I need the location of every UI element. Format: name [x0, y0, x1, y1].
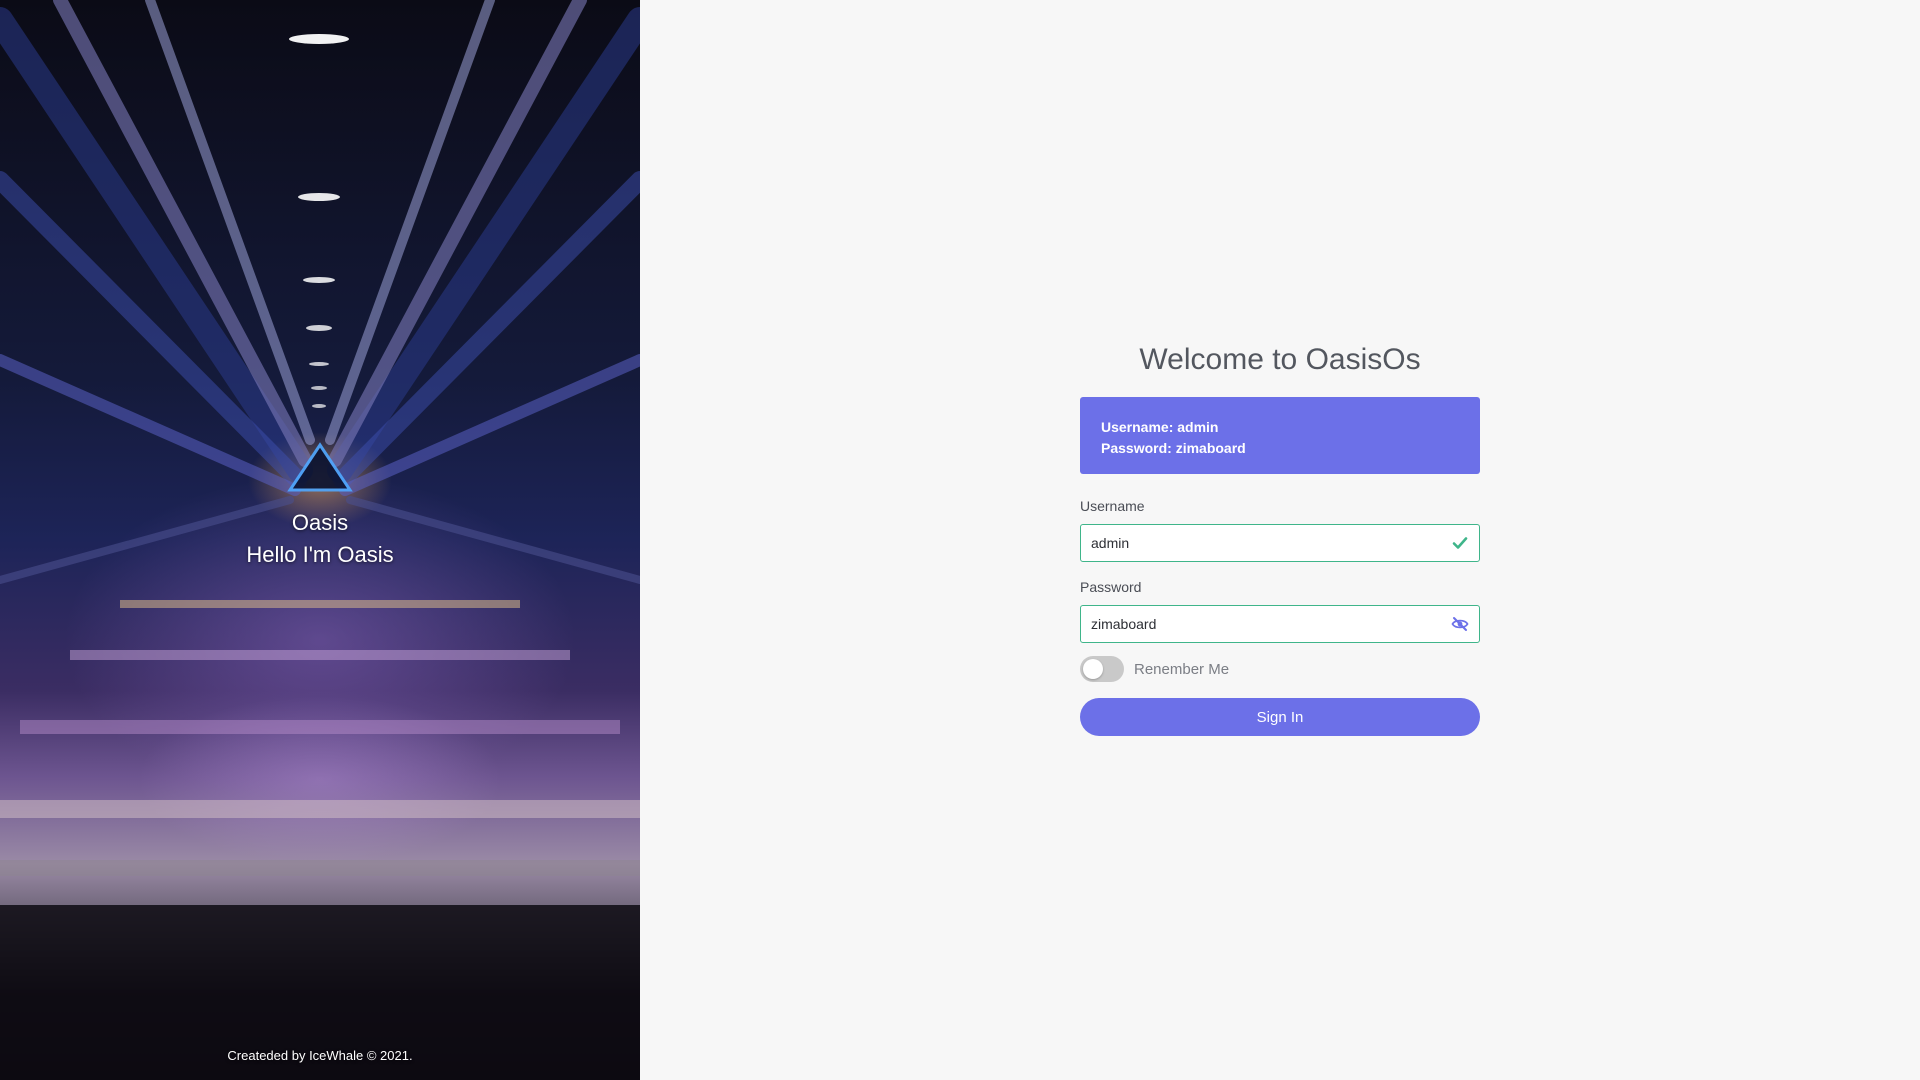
notice-password: Password: zimaboard: [1101, 440, 1246, 456]
hero-title: Oasis: [291, 510, 349, 535]
sign-in-button[interactable]: Sign In: [1080, 698, 1480, 736]
password-input[interactable]: [1081, 606, 1479, 642]
check-icon: [1452, 537, 1468, 549]
toggle-knob: [1083, 659, 1103, 679]
hero-subtitle: Hello I'm Oasis: [246, 542, 394, 567]
remember-me-label[interactable]: Renember Me: [1134, 661, 1229, 678]
username-field-wrapper: [1080, 524, 1480, 562]
remember-me-row: Renember Me: [1080, 656, 1480, 682]
notice-username: Username: admin: [1101, 419, 1219, 435]
password-label: Password: [1080, 579, 1142, 595]
hero-panel: Oasis Hello I'm Oasis Createded by IceWh…: [0, 0, 640, 1080]
login-form: Welcome to OasisOs Username: admin Passw…: [1080, 340, 1480, 736]
password-field-wrapper: [1080, 605, 1480, 643]
username-label: Username: [1080, 498, 1145, 514]
username-input[interactable]: [1081, 525, 1479, 561]
copyright-footer: Createded by IceWhale © 2021.: [227, 1048, 413, 1063]
eye-off-icon[interactable]: [1451, 615, 1469, 633]
hero-background-image: [0, 0, 640, 1080]
remember-me-toggle[interactable]: [1080, 656, 1124, 682]
page-title: Welcome to OasisOs: [1139, 343, 1421, 376]
credentials-notice: Username: admin Password: zimaboard: [1080, 397, 1480, 474]
